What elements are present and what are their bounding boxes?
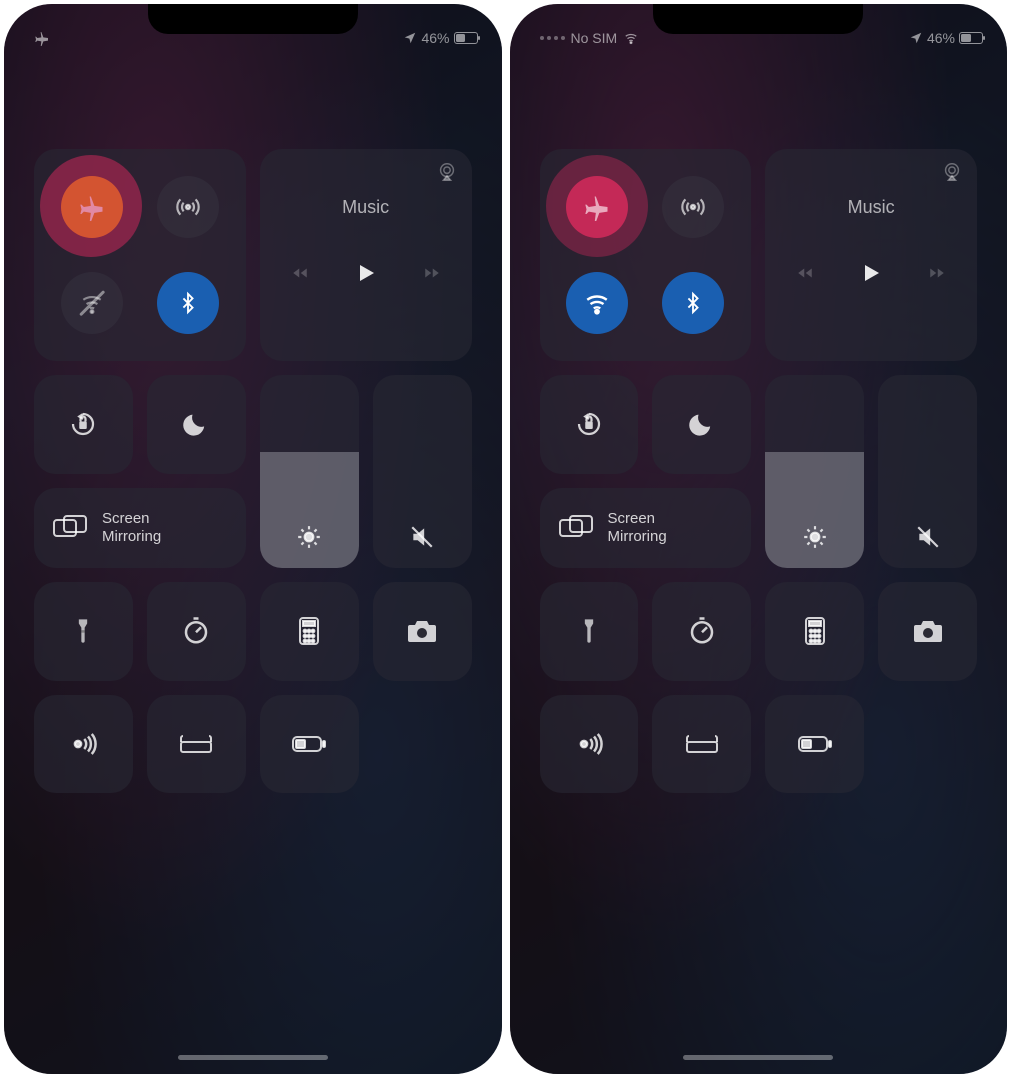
location-icon [909,31,923,45]
calculator-button[interactable] [260,582,359,681]
timer-button[interactable] [652,582,751,681]
airplane-mode-toggle[interactable] [566,176,628,238]
wifi-toggle[interactable] [566,272,628,334]
previous-track-button[interactable] [290,264,310,282]
battery-icon [959,32,983,44]
play-button[interactable] [859,260,883,286]
volume-mute-icon [915,524,941,550]
flashlight-button[interactable] [540,582,639,681]
phone-left: 46% Music [4,4,502,1074]
home-indicator[interactable] [178,1055,328,1060]
brightness-icon [296,524,322,550]
do-not-disturb-toggle[interactable] [147,375,246,474]
music-tile[interactable]: Music [260,149,472,361]
connectivity-tile[interactable] [540,149,752,361]
location-icon [403,31,417,45]
camera-button[interactable] [878,582,977,681]
signal-dots [540,36,565,40]
screen-mirroring-label-2: Mirroring [608,528,667,546]
brightness-slider[interactable] [260,375,359,568]
low-power-mode-button[interactable] [260,695,359,794]
control-center: Music [540,149,978,793]
airplay-icon[interactable] [436,161,458,183]
next-track-button[interactable] [422,264,442,282]
orientation-lock-toggle[interactable] [540,375,639,474]
calculator-button[interactable] [765,582,864,681]
screen-mirroring-button[interactable]: Screen Mirroring [540,488,752,568]
music-tile[interactable]: Music [765,149,977,361]
wifi-status-icon [623,31,639,45]
cellular-data-toggle[interactable] [662,176,724,238]
connectivity-tile[interactable] [34,149,246,361]
notch [653,4,863,34]
volume-slider[interactable] [878,375,977,568]
do-not-disturb-toggle[interactable] [652,375,751,474]
next-track-button[interactable] [927,264,947,282]
cellular-data-toggle[interactable] [157,176,219,238]
wifi-toggle[interactable] [61,272,123,334]
camera-button[interactable] [373,582,472,681]
play-button[interactable] [354,260,378,286]
bluetooth-toggle[interactable] [662,272,724,334]
airplane-mode-toggle[interactable] [61,176,123,238]
orientation-lock-toggle[interactable] [34,375,133,474]
brightness-fill [765,452,864,568]
sleep-mode-button[interactable] [652,695,751,794]
volume-slider[interactable] [373,375,472,568]
timer-button[interactable] [147,582,246,681]
low-power-mode-button[interactable] [765,695,864,794]
music-title: Music [342,197,389,218]
screen-mirroring-icon [52,514,88,542]
screen-mirroring-button[interactable]: Screen Mirroring [34,488,246,568]
screen-mirroring-icon [558,514,594,542]
carrier-label: No SIM [571,30,618,46]
battery-icon [454,32,478,44]
brightness-slider[interactable] [765,375,864,568]
nfc-tag-reader-button[interactable] [34,695,133,794]
music-title: Music [848,197,895,218]
sleep-mode-button[interactable] [147,695,246,794]
phone-right: No SIM 46% [510,4,1008,1074]
battery-percent: 46% [421,30,449,46]
previous-track-button[interactable] [795,264,815,282]
airplane-status-icon [34,30,50,46]
flashlight-button[interactable] [34,582,133,681]
control-center: Music [34,149,472,793]
nfc-tag-reader-button[interactable] [540,695,639,794]
airplay-icon[interactable] [941,161,963,183]
brightness-fill [260,452,359,568]
notch [148,4,358,34]
screen-mirroring-label-1: Screen [102,510,161,528]
volume-mute-icon [409,524,435,550]
battery-percent: 46% [927,30,955,46]
home-indicator[interactable] [683,1055,833,1060]
brightness-icon [802,524,828,550]
screen-mirroring-label-1: Screen [608,510,667,528]
screen-mirroring-label-2: Mirroring [102,528,161,546]
bluetooth-toggle[interactable] [157,272,219,334]
